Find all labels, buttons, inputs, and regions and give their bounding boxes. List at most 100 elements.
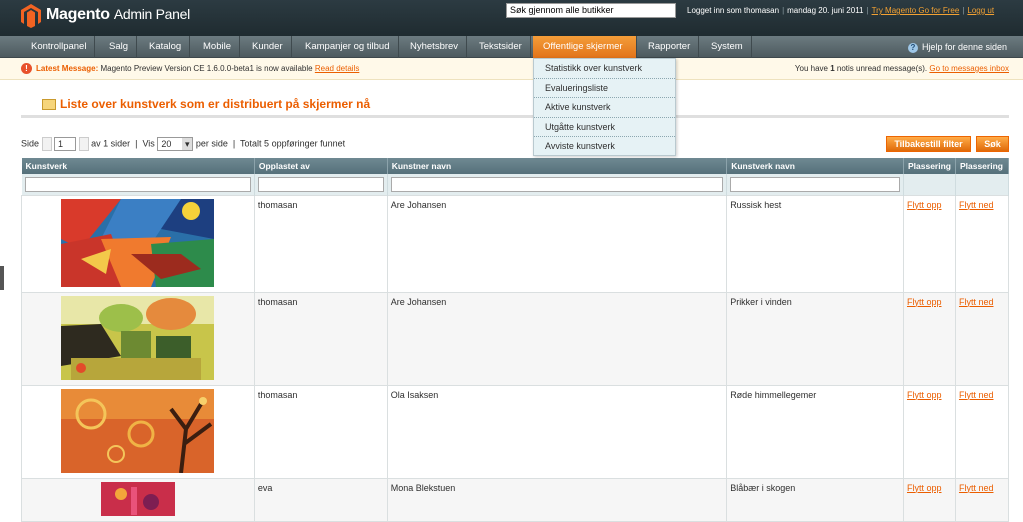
move-down-link[interactable]: Flytt ned xyxy=(959,200,994,210)
nav-item-dashboard[interactable]: Kontrollpanel xyxy=(23,36,96,58)
artwork-name-cell: Blåbær i skogen xyxy=(726,477,904,522)
artwork-thumbnail[interactable] xyxy=(100,481,175,516)
move-down-link[interactable]: Flytt ned xyxy=(959,390,994,400)
artwork-thumbnail[interactable] xyxy=(61,388,215,473)
move-up-cell: Flytt opp xyxy=(902,477,956,522)
filter-cell xyxy=(21,174,255,195)
move-down-cell: Flytt ned xyxy=(954,291,1010,386)
global-search-input[interactable]: Søk gjennom alle butikker xyxy=(506,3,676,18)
filter-cell xyxy=(955,174,1010,195)
next-page-icon[interactable] xyxy=(78,137,89,151)
move-down-link[interactable]: Flytt ned xyxy=(959,297,994,307)
logged-in-label: Logget inn som thomasan xyxy=(687,6,780,15)
col-position-up: Plassering xyxy=(903,158,956,174)
notification-summary: You have 1 notis unread message(s). Go t… xyxy=(794,64,1009,73)
move-up-cell: Flytt opp xyxy=(902,384,956,479)
nav-item-reports[interactable]: Rapporter xyxy=(640,36,700,58)
move-up-cell: Flytt opp xyxy=(902,291,956,386)
col-position-down: Plassering xyxy=(955,158,1010,174)
nav-item-system[interactable]: System xyxy=(703,36,752,58)
artist-cell: Mona Blekstuen xyxy=(386,477,728,522)
grid-pager: Side 1 av 1 sider | Vis 20 ▾ per side | T… xyxy=(21,137,346,151)
menu-item-active-artwork[interactable]: Aktive kunstverk xyxy=(534,98,675,118)
uploader-cell: thomasan xyxy=(253,194,388,293)
artwork-name-cell: Prikker i vinden xyxy=(726,291,904,386)
menu-item-expired-artwork[interactable]: Utgåtte kunstverk xyxy=(534,118,675,137)
folder-icon xyxy=(42,99,56,110)
uploader-cell: eva xyxy=(253,477,388,522)
filter-artist-input[interactable] xyxy=(390,176,724,192)
logout-link[interactable]: Logg ut xyxy=(967,6,994,15)
total-records: Totalt 5 oppføringer funnet xyxy=(240,138,346,149)
help-icon: ? xyxy=(907,43,918,53)
artwork-thumb-cell xyxy=(21,291,255,386)
artwork-thumb-cell xyxy=(21,477,255,522)
artwork-name-cell: Røde himmellegemer xyxy=(726,384,904,479)
table-row: thomasan Are Johansen Russisk hest Flytt… xyxy=(21,194,1010,293)
filter-cell xyxy=(726,174,904,195)
alert-icon: ! xyxy=(21,63,32,74)
artwork-thumb-cell xyxy=(21,384,255,479)
public-screens-dropdown: Statistikk over kunstverk Evalueringslis… xyxy=(533,58,676,156)
menu-item-artwork-stats[interactable]: Statistikk over kunstverk xyxy=(534,59,675,79)
col-artwork[interactable]: Kunstverk xyxy=(21,158,255,174)
move-down-link[interactable]: Flytt ned xyxy=(959,483,994,493)
app-title: Magento Admin Panel xyxy=(46,6,190,23)
move-up-link[interactable]: Flytt opp xyxy=(907,390,942,400)
nav-item-customers[interactable]: Kunder xyxy=(244,36,292,58)
magento-logo-icon xyxy=(21,4,41,28)
nav-item-promotions[interactable]: Kampanjer og tilbud xyxy=(297,36,399,58)
uploader-cell: thomasan xyxy=(253,384,388,479)
main-nav: Kontrollpanel Salg Katalog Mobile Kunder… xyxy=(0,36,1023,58)
move-up-link[interactable]: Flytt opp xyxy=(907,297,942,307)
messages-inbox-link[interactable]: Go to messages inbox xyxy=(929,64,1009,73)
move-down-cell: Flytt ned xyxy=(954,194,1010,293)
uploader-cell: thomasan xyxy=(253,291,388,386)
artwork-thumbnail[interactable] xyxy=(61,198,215,287)
artwork-grid: Kunstverk Opplastet av Kunstner navn Kun… xyxy=(21,158,1010,522)
col-uploaded-by[interactable]: Opplastet av xyxy=(254,158,388,174)
read-details-link[interactable]: Read details xyxy=(315,64,359,73)
artist-cell: Ola Isaksen xyxy=(386,384,728,479)
filter-uploaded-by-input[interactable] xyxy=(257,176,384,192)
latest-message: Latest Message: Magento Preview Version … xyxy=(36,64,360,73)
title-divider xyxy=(21,115,1009,118)
nav-item-mobile[interactable]: Mobile xyxy=(195,36,240,58)
table-row: eva Mona Blekstuen Blåbær i skogen Flytt… xyxy=(21,477,1010,522)
filter-artwork-input[interactable] xyxy=(24,176,251,192)
nav-item-public-screens[interactable]: Offentlige skjermer xyxy=(533,36,637,58)
move-down-cell: Flytt ned xyxy=(954,477,1010,522)
menu-item-review-list[interactable]: Evalueringsliste xyxy=(534,79,675,98)
move-up-cell: Flytt opp xyxy=(902,194,956,293)
nav-item-newsletter[interactable]: Nyhetsbrev xyxy=(402,36,468,58)
filter-artwork-name-input[interactable] xyxy=(730,176,900,192)
table-row: thomasan Ola Isaksen Røde himmellegemer … xyxy=(21,384,1010,479)
grid-header-row: Kunstverk Opplastet av Kunstner navn Kun… xyxy=(21,158,1010,174)
artwork-name-cell: Russisk hest xyxy=(726,194,904,293)
table-row: thomasan Are Johansen Prikker i vinden F… xyxy=(21,291,1010,386)
header-links: Logget inn som thomasan | mandag 20. juni … xyxy=(687,6,995,15)
move-up-link[interactable]: Flytt opp xyxy=(907,483,942,493)
page-number-input[interactable]: 1 xyxy=(54,137,77,151)
per-page-select[interactable]: 20 ▾ xyxy=(157,137,194,151)
artwork-thumb-cell xyxy=(21,194,255,293)
latest-message-bar: ! Latest Message: Magento Preview Versio… xyxy=(0,58,1023,80)
col-artwork-name[interactable]: Kunstverk navn xyxy=(726,158,904,174)
nav-item-catalog[interactable]: Katalog xyxy=(141,36,191,58)
move-down-cell: Flytt ned xyxy=(954,384,1010,479)
prev-page-icon[interactable] xyxy=(41,137,52,151)
nav-item-sales[interactable]: Salg xyxy=(101,36,138,58)
menu-item-rejected-artwork[interactable]: Avviste kunstverk xyxy=(534,137,675,157)
nav-item-cms[interactable]: Tekstsider xyxy=(471,36,531,58)
help-link[interactable]: ? Hjelp for denne siden xyxy=(907,36,1007,58)
move-up-link[interactable]: Flytt opp xyxy=(907,200,942,210)
date-label: mandag 20. juni 2011 xyxy=(787,6,864,15)
artwork-thumbnail[interactable] xyxy=(61,295,215,380)
reset-filter-button[interactable]: Tilbakestill filter xyxy=(886,136,971,152)
chevron-down-icon: ▾ xyxy=(182,138,193,150)
col-artist-name[interactable]: Kunstner navn xyxy=(387,158,728,174)
search-button[interactable]: Søk xyxy=(976,136,1009,152)
try-magento-link[interactable]: Try Magento Go for Free xyxy=(872,6,960,15)
artist-cell: Are Johansen xyxy=(386,194,728,293)
header-bar: Magento Admin Panel Søk gjennom alle but… xyxy=(0,0,1023,36)
